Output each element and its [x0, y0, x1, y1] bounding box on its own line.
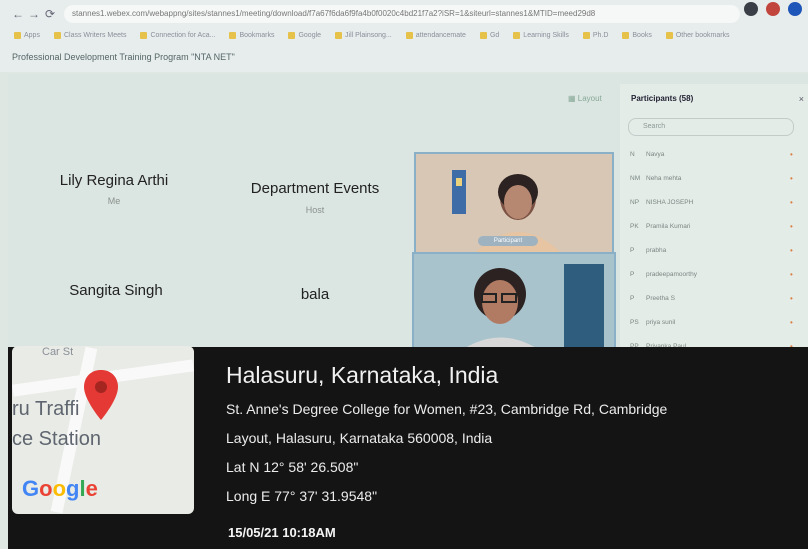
participant-name: Navya	[646, 150, 665, 158]
participant-name: NISHA JOSEPH	[646, 198, 694, 206]
extension-icons	[744, 2, 802, 16]
google-logo: Google	[22, 476, 98, 501]
map-thumbnail: Car St ru Traffi ce Station Google	[12, 346, 194, 514]
participant-row[interactable]: PS priya sunil •	[630, 310, 798, 334]
mic-muted-icon[interactable]: •	[790, 222, 798, 231]
participant-name: prabha	[646, 246, 667, 254]
avatar: P	[630, 270, 635, 278]
bookmark-item[interactable]: Books	[622, 28, 652, 42]
bookmark-item[interactable]: Connection for Aca...	[140, 28, 215, 42]
participant-row[interactable]: Ppradeepamoorthy •	[630, 262, 798, 286]
bookmark-icon	[582, 31, 590, 39]
avatar: N	[630, 150, 635, 158]
participant-list: N Navya • NM Neha mehta • NP NISHA JOSEPH • PK…	[630, 142, 798, 358]
participant-search-input[interactable]: Search	[628, 118, 794, 136]
bookmark-icon	[665, 31, 673, 39]
participant-tile-role: Me	[107, 196, 121, 206]
bookmark-item[interactable]: Learning Skills	[513, 28, 569, 42]
participant-row[interactable]: NM Neha mehta •	[630, 166, 798, 190]
avatar: P	[630, 294, 635, 302]
url-field[interactable]: stannes1.webex.com/webappng/sites/stanne…	[64, 5, 740, 23]
bookmark-icon	[229, 31, 237, 39]
participant-name: pradeepamoorthy	[646, 270, 697, 278]
bookmark-item[interactable]: Apps	[14, 28, 40, 42]
map-street-label: Car St	[42, 346, 74, 358]
address-line: St. Anne's Degree College for Women, #23…	[226, 401, 668, 417]
layout-button[interactable]: ▦ Layout	[568, 94, 602, 103]
back-icon[interactable]: ←	[10, 6, 26, 22]
person-video-image	[414, 254, 614, 359]
map-poi-label: ce Station	[12, 428, 101, 450]
extension-icon[interactable]	[766, 2, 780, 16]
profile-icon[interactable]	[744, 2, 758, 16]
video-feed[interactable]: Participant	[414, 152, 614, 254]
participant-name: Preetha S	[646, 294, 675, 302]
participant-tile-name[interactable]: Sangita Singh	[36, 282, 196, 299]
bookmark-item[interactable]: Google	[288, 28, 321, 42]
bookmark-icon	[513, 31, 521, 39]
mic-muted-icon[interactable]: •	[790, 318, 798, 327]
bookmark-item[interactable]: Bookmarks	[229, 28, 274, 42]
bookmark-icon	[479, 31, 487, 39]
mic-muted-icon[interactable]: •	[790, 150, 798, 159]
mic-muted-icon[interactable]: •	[790, 246, 798, 255]
bookmark-icon	[53, 31, 61, 39]
bookmark-item[interactable]: Gd	[479, 28, 499, 42]
bookmark-item[interactable]: Other bookmarks	[665, 28, 730, 42]
participants-panel: Participants (58) × Search N Navya • NM Neh…	[620, 84, 808, 354]
bookmark-item[interactable]: attendancemate	[405, 28, 466, 42]
bookmark-item[interactable]: Ph.D	[582, 28, 608, 42]
participant-name: Pramila Kumari	[646, 222, 691, 230]
participant-row[interactable]: N Navya •	[630, 142, 798, 166]
participant-row[interactable]: PK Pramila Kumari •	[630, 214, 798, 238]
mic-muted-icon[interactable]: •	[790, 174, 798, 183]
bookmark-item[interactable]: Jill Plainsong...	[335, 28, 392, 42]
timestamp: 15/05/21 10:18AM	[228, 525, 336, 540]
avatar: PK	[630, 222, 639, 230]
bookmark-icon	[140, 31, 148, 39]
video-feed[interactable]	[412, 252, 616, 361]
avatar: PS	[630, 318, 639, 326]
avatar: NM	[630, 174, 641, 182]
bookmark-icon	[288, 31, 296, 39]
address-line: Layout, Halasuru, Karnataka 560008, Indi…	[226, 430, 493, 446]
close-icon[interactable]: ×	[799, 94, 804, 104]
reload-icon[interactable]: ⟳	[42, 6, 58, 22]
mic-muted-icon[interactable]: •	[790, 270, 798, 279]
bookmark-icon	[14, 31, 21, 39]
participant-row[interactable]: Pprabha •	[630, 238, 798, 262]
longitude-text: Long E 77° 37' 31.9548"	[226, 488, 378, 504]
participant-tile-name[interactable]: bala	[230, 286, 400, 303]
participant-tile-name[interactable]: Lily Regina Arthi	[34, 172, 194, 189]
account-icon[interactable]	[788, 2, 802, 16]
forward-icon[interactable]: →	[26, 6, 42, 22]
bookmarks-bar: Apps Class Writers Meets Connection for …	[14, 28, 804, 42]
participant-name: Neha mehta	[646, 174, 682, 182]
participants-title: Participants (58)	[631, 94, 694, 103]
latitude-text: Lat N 12° 58' 26.508"	[226, 459, 359, 475]
video-name-tag: Participant	[478, 236, 538, 246]
browser-chrome: ← → ⟳ stannes1.webex.com/webappng/sites/…	[0, 0, 808, 72]
page-title: Professional Development Training Progra…	[12, 52, 235, 62]
participant-tile-role: Host	[305, 205, 325, 215]
avatar: NP	[630, 198, 640, 206]
mic-muted-icon[interactable]: •	[790, 198, 798, 207]
map-pin-icon	[84, 370, 118, 420]
location-title: Halasuru, Karnataka, India	[226, 362, 499, 388]
address-bar-row: ← → ⟳ stannes1.webex.com/webappng/sites/…	[10, 4, 740, 24]
bookmark-icon	[335, 31, 343, 39]
bookmark-icon	[622, 31, 630, 39]
avatar: P	[630, 246, 635, 254]
participant-row[interactable]: NP NISHA JOSEPH •	[630, 190, 798, 214]
map-poi-label: ru Traffi	[12, 398, 80, 420]
participant-name: priya sunil	[646, 318, 676, 326]
bookmark-icon	[405, 31, 413, 39]
participant-row[interactable]: P Preetha S •	[630, 286, 798, 310]
participant-tile-name[interactable]: Department Events	[230, 180, 400, 197]
bookmark-item[interactable]: Class Writers Meets	[53, 28, 126, 42]
mic-muted-icon[interactable]: •	[790, 294, 798, 303]
